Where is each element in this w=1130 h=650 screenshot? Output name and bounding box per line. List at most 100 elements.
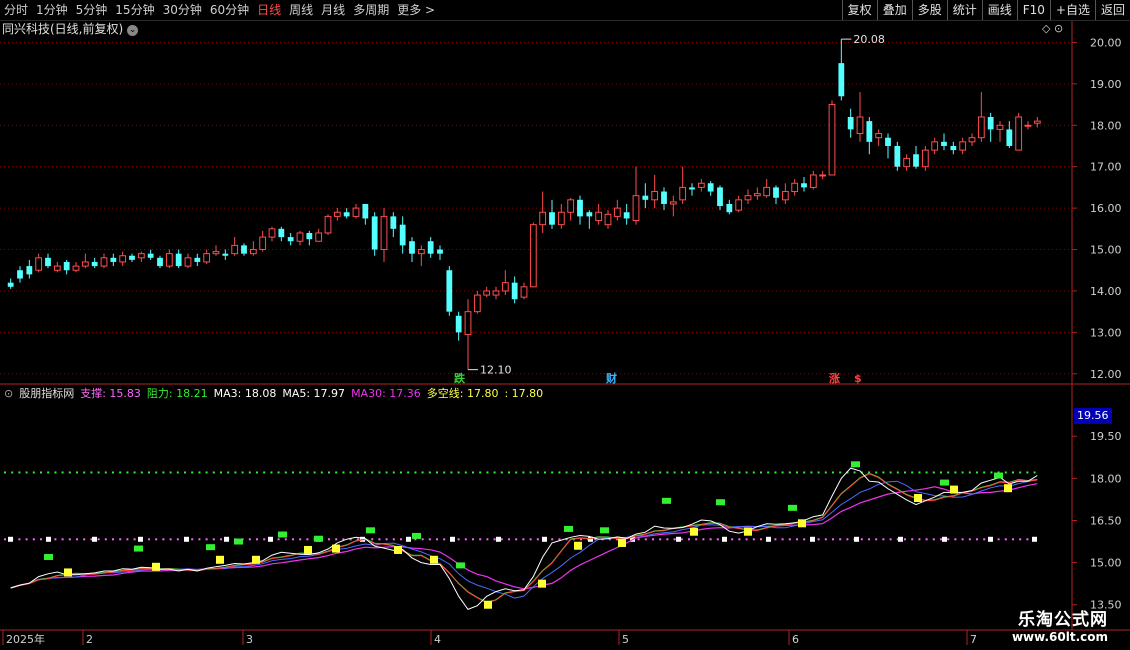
candle-body-down	[1006, 129, 1013, 146]
candle-body-up	[249, 249, 257, 255]
kline-chart[interactable]: 20.00 19.00 18.00 17.00 16.00 15.00 14.00 13.00…	[0, 0, 1130, 650]
resistance-marker	[134, 545, 143, 552]
indicator-value-1: 阻力: 18.21	[146, 387, 208, 400]
resistance-dot	[61, 471, 64, 474]
candle-body-down	[194, 257, 201, 262]
ma30-line	[10, 483, 1038, 590]
resistance-dot	[400, 471, 402, 474]
support-dot	[104, 538, 107, 541]
support-dot	[680, 538, 683, 541]
resistance-dot	[371, 471, 374, 474]
event-marker-1: 财	[605, 371, 617, 385]
candle-body-up	[539, 211, 547, 226]
corner-icons[interactable]: ◇ ⊙	[1042, 22, 1063, 35]
candle-body-up	[184, 257, 192, 267]
indicator-name[interactable]: 股朋指标网	[19, 387, 74, 400]
resistance-dot	[493, 471, 496, 474]
resistance-dot	[126, 471, 129, 474]
resistance-dot	[752, 471, 755, 474]
candle-body-up	[268, 228, 276, 238]
support-dot	[162, 538, 165, 541]
support-dot	[940, 538, 942, 541]
support-dot	[695, 538, 698, 541]
resistance-dot	[472, 471, 474, 474]
support-dot	[796, 538, 798, 541]
indicator-settings-icon[interactable]: ⊙	[4, 387, 13, 400]
support-signal-marker	[798, 519, 806, 528]
indicator-value-6: : 17.80	[504, 387, 544, 400]
resistance-dot	[464, 471, 467, 474]
resistance-dot	[407, 471, 410, 474]
candle-body-up	[35, 257, 43, 271]
support-dot	[205, 538, 208, 541]
resistance-marker	[994, 472, 1003, 479]
support-dot	[220, 538, 222, 541]
support-dot	[882, 538, 885, 541]
resistance-dot	[220, 471, 222, 474]
date-label: 2	[86, 633, 93, 646]
support-dot	[169, 538, 172, 541]
resistance-marker	[314, 535, 323, 542]
resistance-dot	[968, 471, 971, 474]
candle-body-down	[717, 187, 723, 207]
candle-body-down	[642, 195, 649, 200]
resistance-dot	[666, 471, 669, 474]
resistance-marker	[456, 562, 465, 569]
candle-body-up	[380, 215, 388, 251]
candle-body-up	[53, 265, 61, 271]
price-tick-label: 16.00	[1090, 202, 1122, 215]
resistance-dot	[515, 471, 518, 474]
resistance-dot	[702, 471, 705, 474]
support-signal-marker	[744, 527, 752, 536]
candle-body-down	[913, 154, 919, 167]
chevron-down-icon[interactable]: ⌄	[127, 25, 139, 36]
resistance-dot	[896, 471, 899, 474]
resistance-dot	[378, 471, 381, 474]
support-dot	[436, 538, 438, 541]
candle-body-up	[1024, 124, 1032, 127]
support-marker	[450, 536, 455, 542]
current-value-box: 19.56	[1074, 408, 1112, 424]
resistance-dot	[248, 471, 251, 474]
candle-body-up	[735, 199, 743, 211]
support-dot	[968, 538, 971, 541]
resistance-dot	[824, 471, 827, 474]
support-dot	[637, 538, 640, 541]
date-label: 3	[246, 633, 253, 646]
candle-body-up	[473, 294, 481, 313]
support-dot	[385, 538, 388, 541]
resistance-dot	[745, 471, 748, 474]
support-dot	[716, 538, 719, 541]
resistance-dot	[803, 471, 806, 474]
resistance-dot	[306, 471, 309, 474]
support-dot	[133, 538, 136, 541]
candle-body-down	[278, 228, 285, 238]
resistance-dot	[392, 471, 395, 474]
support-dot	[119, 538, 122, 541]
candle-body-up	[483, 290, 491, 296]
resistance-dot	[947, 471, 950, 474]
resistance-dot	[961, 471, 964, 474]
resistance-dot	[234, 471, 237, 474]
candle-body-up	[231, 244, 239, 255]
support-dot	[76, 538, 78, 541]
resistance-marker	[206, 544, 215, 551]
resistance-dot	[148, 471, 150, 474]
support-marker	[942, 536, 947, 542]
indicator-tick-label: 15.00	[1090, 557, 1122, 570]
candle-body-up	[417, 249, 425, 255]
support-dot	[709, 538, 712, 541]
support-signal-marker	[394, 545, 402, 554]
support-dot	[745, 538, 748, 541]
resistance-dot	[320, 471, 323, 474]
resistance-dot	[810, 471, 813, 474]
event-marker-0: 跌	[454, 371, 466, 385]
candle-body-down	[241, 245, 247, 254]
support-marker	[1032, 536, 1037, 542]
support-dot	[256, 538, 258, 541]
date-label: 4	[434, 633, 441, 646]
candle-body-down	[343, 212, 350, 217]
support-signal-marker	[618, 538, 626, 547]
date-label: 2025年	[6, 632, 45, 646]
resistance-dot	[544, 471, 546, 474]
